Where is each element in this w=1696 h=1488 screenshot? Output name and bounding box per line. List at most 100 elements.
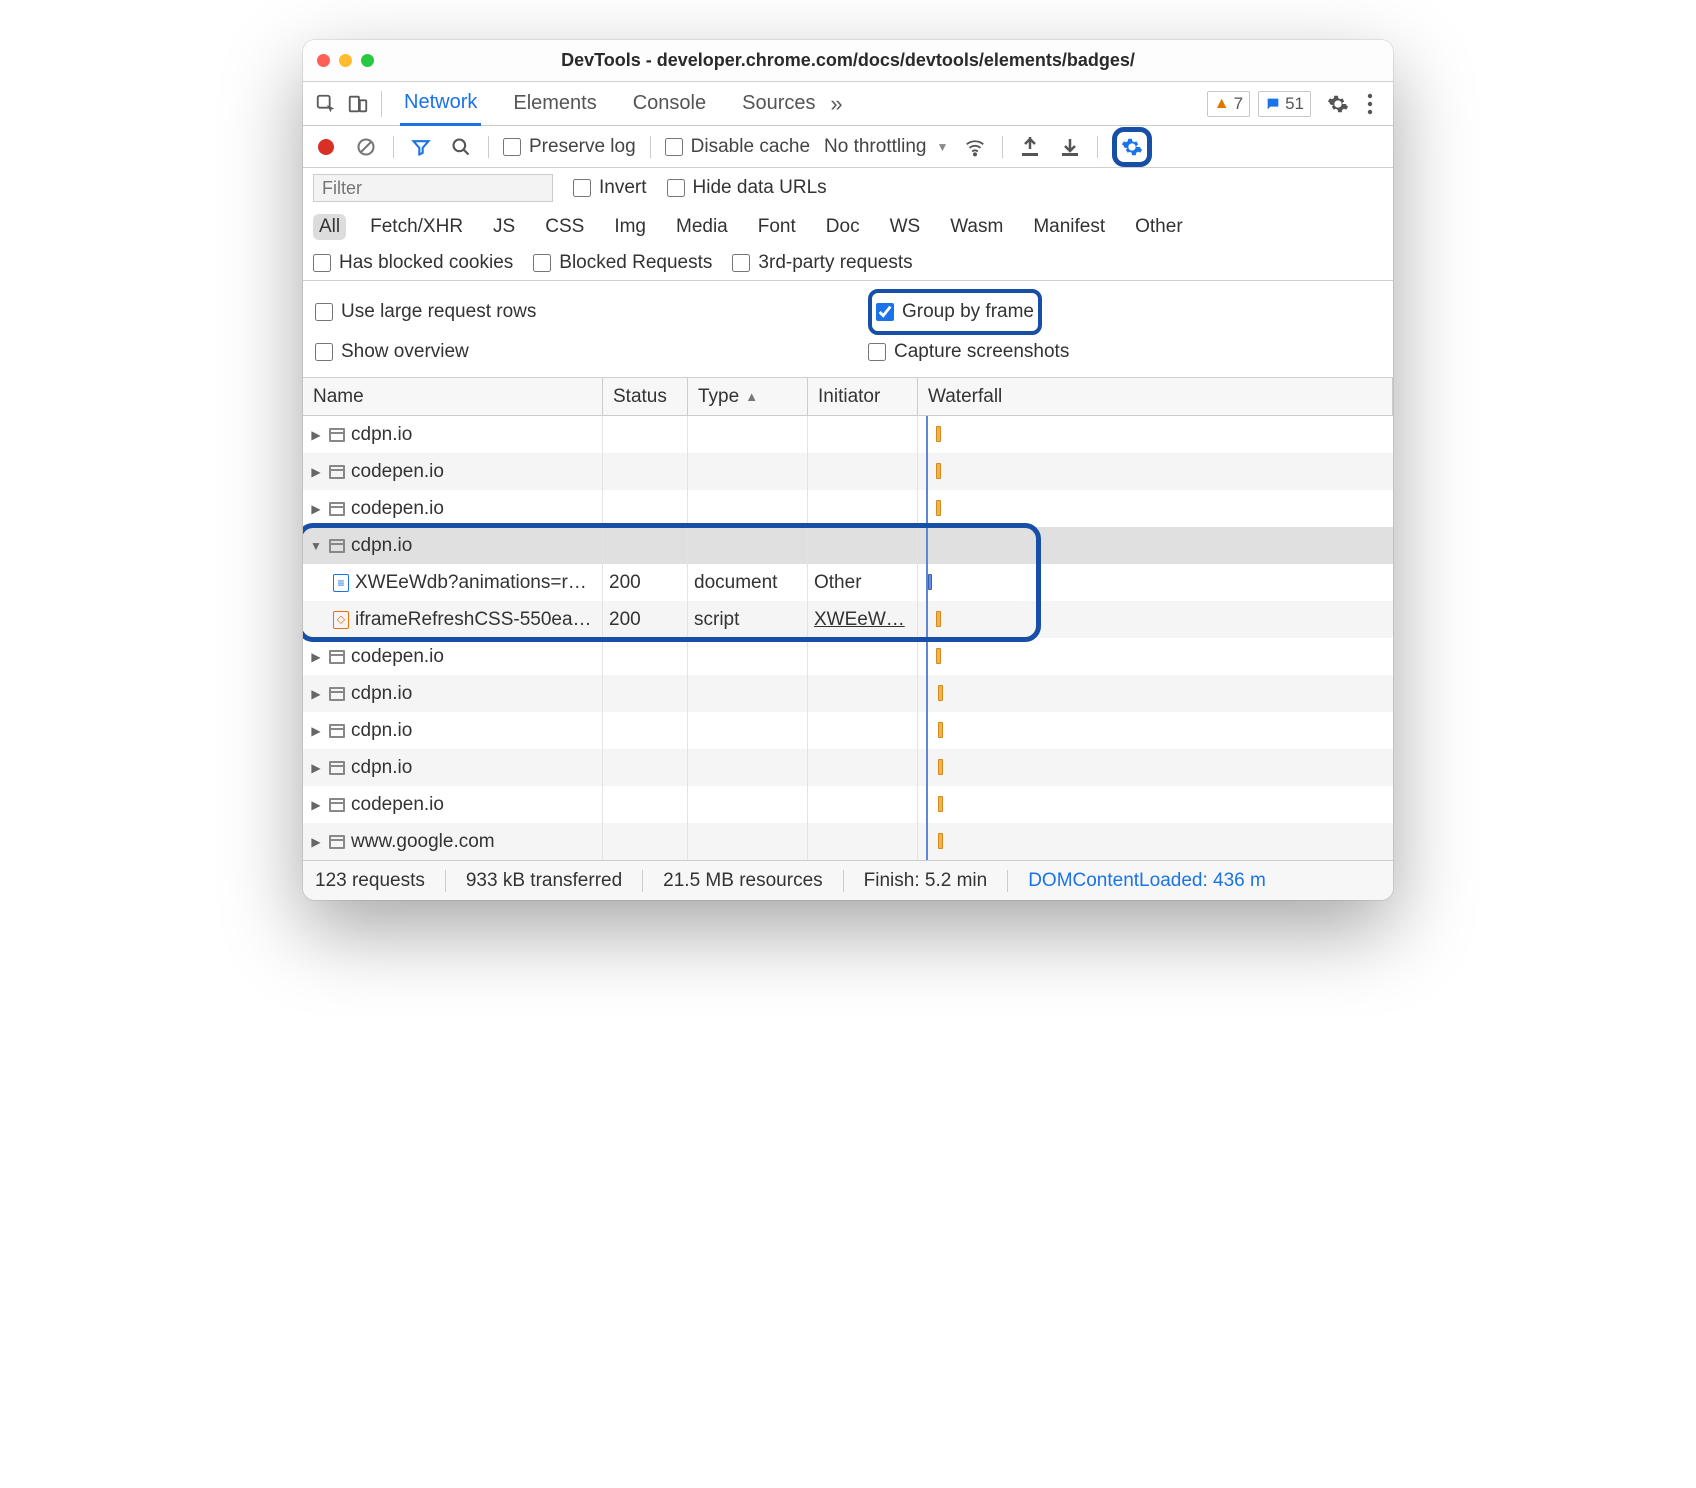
frame-group-row[interactable]: ▼cdpn.io [303,527,1393,564]
row-initiator [808,453,918,490]
hide-data-urls-checkbox[interactable]: Hide data URLs [667,177,827,199]
status-bar: 123 requests 933 kB transferred 21.5 MB … [303,860,1393,900]
frame-group-row[interactable]: ▶codepen.io [303,786,1393,823]
row-waterfall [918,675,1393,712]
capture-screenshots-checkbox[interactable]: Capture screenshots [868,335,1381,369]
tab-sources[interactable]: Sources [738,82,819,125]
close-window[interactable] [317,54,330,67]
inspect-element-icon[interactable] [311,89,341,119]
clear-button[interactable] [353,134,379,160]
messages-count: 51 [1285,94,1304,114]
preserve-log-checkbox[interactable]: Preserve log [503,136,636,158]
request-row[interactable]: ⬦iframeRefreshCSS-550ea…200scriptXWEeW… [303,601,1393,638]
tab-network[interactable]: Network [400,83,481,126]
col-status[interactable]: Status [603,378,688,415]
chevron-right-icon[interactable]: ▶ [309,465,323,479]
row-name: cdpn.io [351,683,412,705]
third-party-checkbox[interactable]: 3rd-party requests [732,252,912,274]
row-type: script [688,601,808,638]
filter-type-js[interactable]: JS [487,214,521,240]
device-toolbar-icon[interactable] [343,89,373,119]
filter-type-wasm[interactable]: Wasm [944,214,1009,240]
filter-type-fetch-xhr[interactable]: Fetch/XHR [364,214,469,240]
filter-toggle-icon[interactable] [408,134,434,160]
filter-type-img[interactable]: Img [608,214,652,240]
filter-type-media[interactable]: Media [670,214,734,240]
chevron-right-icon[interactable]: ▶ [309,724,323,738]
col-type[interactable]: Type▲ [688,378,808,415]
disable-cache-checkbox[interactable]: Disable cache [665,136,810,158]
filter-input[interactable] [313,174,553,202]
import-har-icon[interactable] [1017,134,1043,160]
col-waterfall[interactable]: Waterfall [918,378,1393,415]
maximize-window[interactable] [361,54,374,67]
row-name: www.google.com [351,831,495,853]
row-waterfall [918,786,1393,823]
frame-group-row[interactable]: ▶codepen.io [303,490,1393,527]
network-conditions-icon[interactable] [962,134,988,160]
col-initiator[interactable]: Initiator [808,378,918,415]
frame-group-row[interactable]: ▶cdpn.io [303,749,1393,786]
group-by-frame-checkbox[interactable]: Group by frame [876,295,1034,329]
divider [1097,136,1098,158]
settings-icon[interactable] [1323,89,1353,119]
record-button[interactable] [313,134,339,160]
row-name: codepen.io [351,646,444,668]
kebab-menu-icon[interactable] [1355,89,1385,119]
show-overview-checkbox[interactable]: Show overview [315,335,828,369]
frame-group-row[interactable]: ▶ www.google.com [303,823,1393,860]
status-requests: 123 requests [315,870,425,892]
frame-group-row[interactable]: ▶ cdpn.io [303,712,1393,749]
filter-type-font[interactable]: Font [752,214,802,240]
frame-group-row[interactable]: ▶ codepen.io [303,638,1393,675]
messages-badge[interactable]: 51 [1258,91,1311,117]
divider [488,136,489,158]
more-tabs-icon[interactable]: » [822,89,852,119]
waterfall-marker [926,416,928,453]
filter-type-other[interactable]: Other [1129,214,1189,240]
chevron-right-icon[interactable]: ▶ [309,650,323,664]
row-initiator[interactable]: XWEeW… [808,601,918,638]
chevron-right-icon[interactable]: ▶ [309,835,323,849]
waterfall-marker [926,490,928,527]
row-type [688,749,808,786]
chevron-right-icon[interactable]: ▶ [309,761,323,775]
warnings-badge[interactable]: ▲ 7 [1207,91,1250,117]
chevron-right-icon[interactable]: ▶ [309,687,323,701]
network-settings-icon[interactable] [1119,134,1145,160]
blocked-requests-label: Blocked Requests [559,252,712,274]
main-tab-bar: Network Elements Console Sources » ▲ 7 51 [303,82,1393,126]
tab-console[interactable]: Console [629,82,710,125]
waterfall-bar [936,463,941,479]
filter-type-manifest[interactable]: Manifest [1027,214,1111,240]
search-icon[interactable] [448,134,474,160]
chevron-right-icon[interactable]: ▶ [309,798,323,812]
row-status [603,527,688,564]
col-name[interactable]: Name [303,378,603,415]
filter-type-css[interactable]: CSS [539,214,590,240]
row-initiator [808,749,918,786]
filter-type-doc[interactable]: Doc [820,214,866,240]
frame-group-row[interactable]: ▶codepen.io [303,453,1393,490]
filter-type-all[interactable]: All [313,214,346,240]
throttling-select[interactable]: No throttling ▼ [824,136,948,158]
minimize-window[interactable] [339,54,352,67]
frame-group-row[interactable]: ▶ cdpn.io [303,675,1393,712]
invert-checkbox[interactable]: Invert [573,177,647,199]
has-blocked-cookies-checkbox[interactable]: Has blocked cookies [313,252,513,274]
blocked-requests-checkbox[interactable]: Blocked Requests [533,252,712,274]
row-name: cdpn.io [351,720,412,742]
export-har-icon[interactable] [1057,134,1083,160]
large-rows-checkbox[interactable]: Use large request rows [315,289,828,335]
chevron-down-icon[interactable]: ▼ [309,539,323,553]
frame-group-row[interactable]: ▶cdpn.io [303,416,1393,453]
request-row[interactable]: ≡XWEeWdb?animations=ru…200documentOther [303,564,1393,601]
filter-type-ws[interactable]: WS [884,214,927,240]
row-type: document [688,564,808,601]
chevron-right-icon[interactable]: ▶ [309,428,323,442]
frame-icon [329,650,345,664]
row-status: 200 [603,564,688,601]
panel-tabs: Network Elements Console Sources [400,82,820,125]
tab-elements[interactable]: Elements [509,82,600,125]
chevron-right-icon[interactable]: ▶ [309,502,323,516]
